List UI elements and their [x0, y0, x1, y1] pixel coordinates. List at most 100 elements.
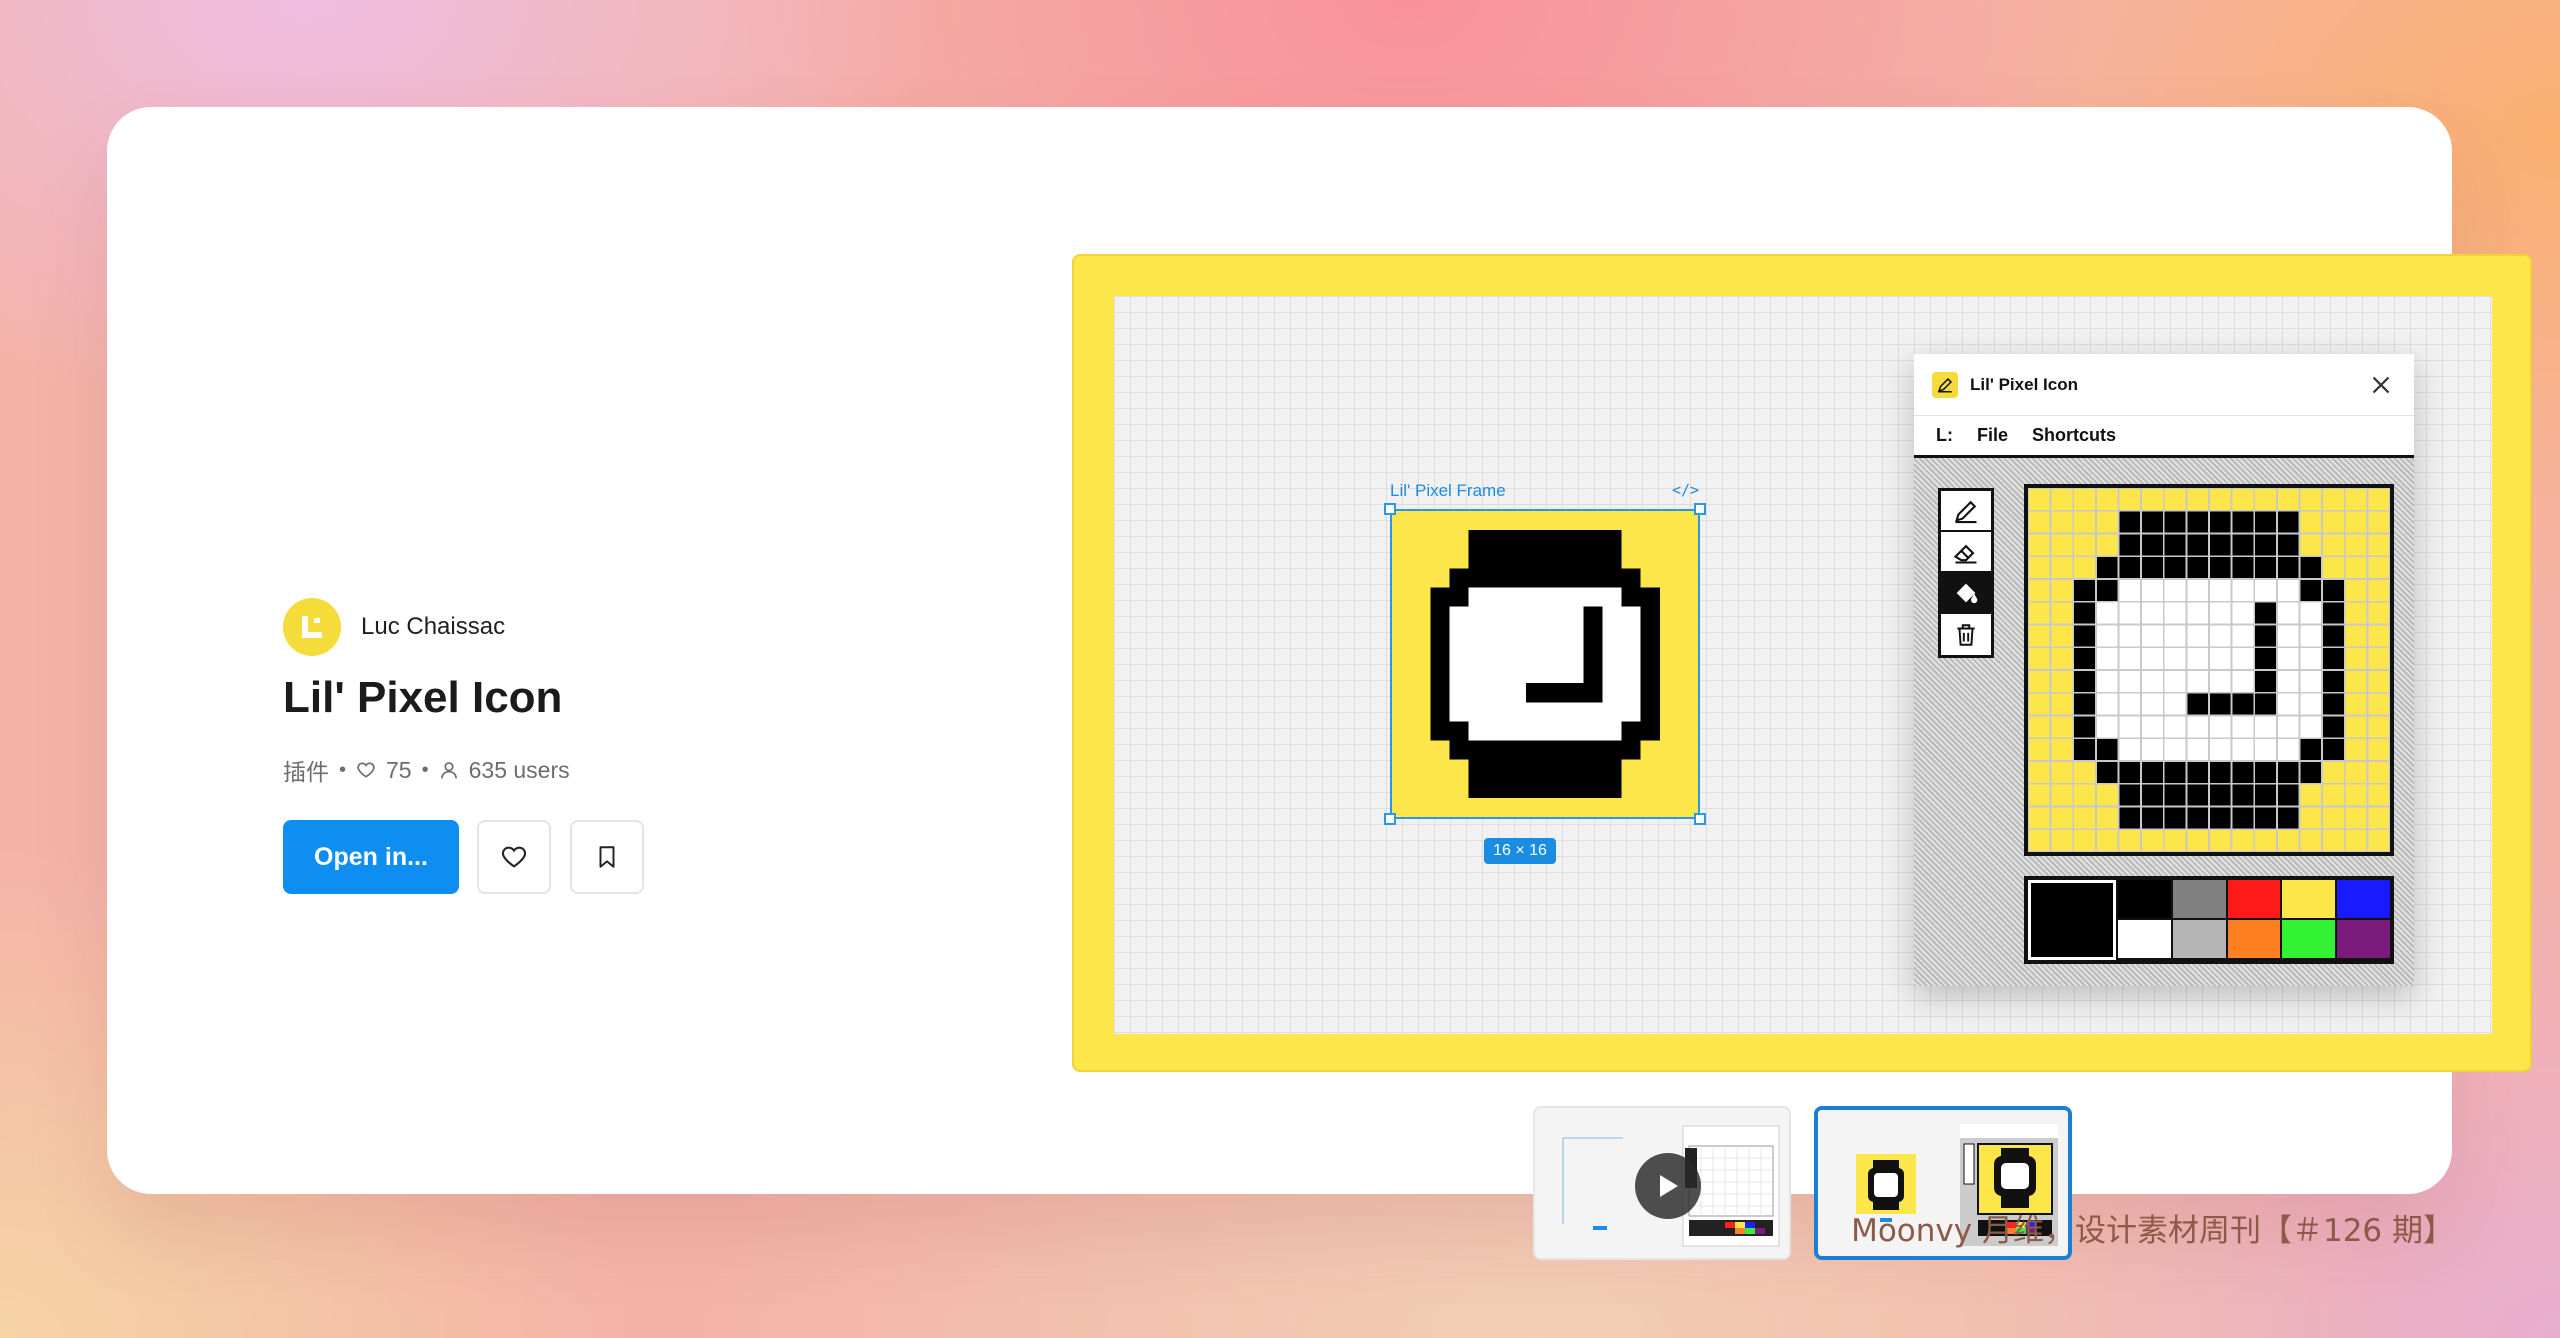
bookmark-icon	[599, 846, 615, 868]
pixel	[2254, 806, 2277, 830]
pixel	[1525, 778, 1545, 798]
pixel	[1583, 625, 1603, 645]
pixel	[1545, 644, 1565, 664]
pixel	[1564, 778, 1584, 798]
pixel	[2186, 806, 2209, 830]
pixel	[1602, 721, 1622, 741]
pixel	[1602, 702, 1622, 722]
pixel	[2299, 761, 2323, 784]
pixel	[1564, 664, 1584, 684]
pixel	[2118, 579, 2142, 602]
user-icon	[440, 762, 457, 779]
pixel	[2254, 738, 2277, 761]
pixel	[2073, 601, 2096, 625]
color-swatch[interactable]	[2170, 880, 2226, 920]
color-swatch[interactable]	[2116, 920, 2171, 960]
resize-handle[interactable]	[1694, 503, 1706, 515]
pixel	[2163, 533, 2187, 557]
play-button[interactable]	[1635, 1153, 1701, 1219]
color-swatch[interactable]	[2225, 920, 2281, 960]
pixel	[1449, 721, 1469, 741]
pixel-editor-grid[interactable]	[2024, 484, 2394, 856]
color-swatch[interactable]	[2335, 920, 2390, 960]
eraser-tool[interactable]	[1941, 532, 1991, 573]
pixel	[2254, 670, 2277, 693]
pixel	[2276, 624, 2300, 648]
video-thumbnail[interactable]	[1533, 1106, 1791, 1260]
author-name: Luc Chaissac	[361, 613, 506, 640]
bookmark-button[interactable]	[570, 820, 644, 894]
pixel	[2322, 692, 2345, 716]
pixel	[2322, 670, 2345, 693]
pixel	[2231, 783, 2255, 807]
open-in-button[interactable]: Open in...	[283, 820, 459, 894]
menu-shortcuts[interactable]: Shortcuts	[2032, 425, 2116, 446]
pencil-tool[interactable]	[1941, 491, 1991, 532]
pixel	[2231, 579, 2255, 602]
pixel	[2163, 647, 2187, 670]
pixel	[2118, 783, 2142, 807]
like-button[interactable]	[477, 820, 551, 894]
users-count: 635 users	[468, 756, 570, 783]
pixel	[2276, 579, 2300, 602]
clear-tool[interactable]	[1941, 614, 1991, 655]
pixel	[1430, 683, 1450, 703]
color-swatch[interactable]	[2225, 880, 2281, 920]
pixel	[1640, 587, 1660, 607]
plugin-window-title: Lil' Pixel Icon	[1970, 374, 2078, 394]
pixel	[1602, 530, 1622, 550]
pixel	[1506, 530, 1526, 550]
resize-handle[interactable]	[1384, 503, 1396, 515]
pixel	[2299, 624, 2323, 648]
trash-icon	[1957, 623, 1975, 646]
close-icon[interactable]	[2366, 370, 2396, 400]
pixel	[1468, 568, 1488, 588]
color-swatch[interactable]	[2335, 880, 2390, 920]
pixel	[2141, 670, 2164, 693]
pixel	[1468, 587, 1488, 607]
pixel	[2095, 601, 2119, 625]
resize-handle[interactable]	[1694, 813, 1706, 825]
color-swatch[interactable]	[2170, 920, 2226, 960]
pixel	[1430, 606, 1450, 626]
pixel	[2186, 692, 2209, 716]
watch-icon	[1430, 530, 1660, 798]
fill-tool[interactable]	[1941, 573, 1991, 614]
pixel	[2209, 510, 2232, 534]
heart-icon	[357, 762, 375, 778]
author[interactable]: Luc Chaissac	[283, 598, 505, 656]
pixel	[2231, 510, 2255, 534]
pixel	[2254, 556, 2277, 579]
pixel	[1468, 549, 1488, 569]
pixel	[1468, 683, 1488, 703]
pixel	[2231, 624, 2255, 648]
pixel	[1430, 625, 1450, 645]
pixel	[2322, 715, 2345, 739]
menu-file[interactable]: File	[1977, 425, 2008, 446]
pixel	[1564, 644, 1584, 664]
color-swatch[interactable]	[2280, 920, 2336, 960]
pixel	[2141, 510, 2164, 534]
pixel	[2118, 510, 2142, 534]
pixel	[1564, 759, 1584, 779]
figma-canvas: Lil' Pixel Frame </> 16 × 16 Lil' Pixel …	[1114, 296, 2492, 1034]
pixel	[2276, 510, 2300, 534]
pixel	[1449, 587, 1469, 607]
pixel	[2118, 647, 2142, 670]
resize-handle[interactable]	[1384, 813, 1396, 825]
pixel	[2276, 715, 2300, 739]
pixel	[1621, 625, 1641, 645]
pencil-icon	[1955, 500, 1977, 523]
color-swatch[interactable]	[2280, 880, 2336, 920]
pixel	[2322, 738, 2345, 761]
pixel	[1449, 625, 1469, 645]
pixel	[1487, 721, 1507, 741]
pixel	[1525, 530, 1545, 550]
color-swatch[interactable]	[2116, 880, 2171, 920]
pixel	[1564, 530, 1584, 550]
pixel	[1583, 549, 1603, 569]
pixel	[1621, 740, 1641, 760]
pixel	[1468, 721, 1488, 741]
pixel	[1487, 625, 1507, 645]
pixel	[2299, 601, 2323, 625]
